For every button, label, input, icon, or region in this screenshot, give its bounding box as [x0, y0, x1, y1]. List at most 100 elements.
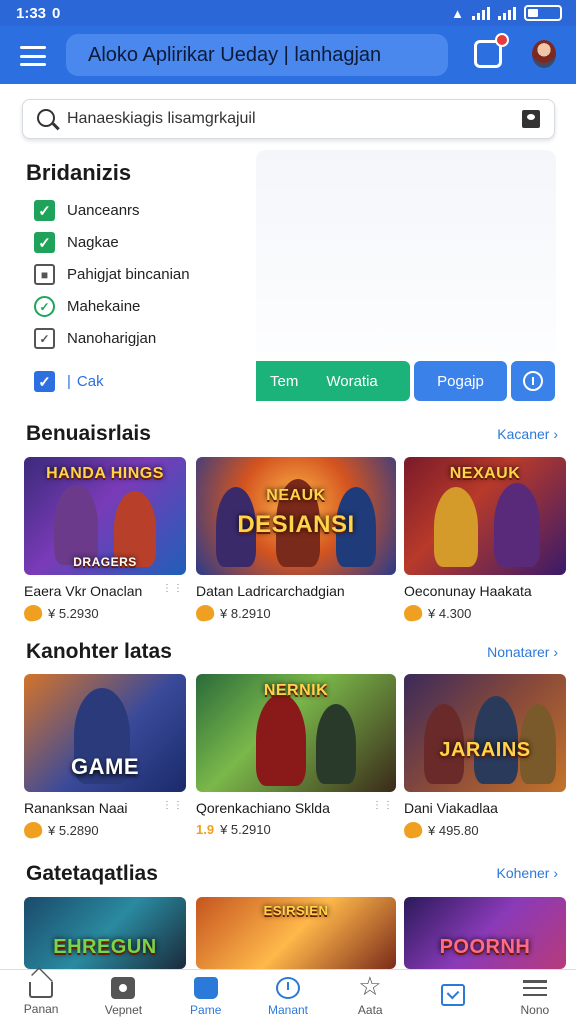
home-icon	[29, 982, 54, 998]
filter-item[interactable]: ✓ Uanceanrs	[34, 200, 140, 221]
nav-item-home[interactable]: Panan	[0, 970, 82, 1024]
star-icon	[358, 971, 382, 1002]
checkbox-checked-icon[interactable]: ✓	[34, 200, 55, 221]
game-thumbnail: POORNH	[404, 897, 566, 969]
notification-icon[interactable]	[474, 33, 509, 68]
more-options-icon[interactable]: ⋮⋮	[372, 800, 394, 811]
game-title: Datan Ladricarchadgian	[196, 583, 345, 599]
apply-filter-button[interactable]: Tem Woratia	[256, 361, 410, 401]
game-title: Eaera Vkr Onaclan	[24, 583, 143, 599]
game-card[interactable]: POORNH	[404, 897, 566, 969]
nav-item-game[interactable]: Pame	[165, 970, 247, 1024]
radio-check-icon[interactable]: ✓	[34, 296, 55, 317]
game-thumbnail: JARAINS	[404, 674, 566, 792]
info-button[interactable]	[511, 361, 555, 401]
heart-icon[interactable]	[22, 603, 44, 623]
see-more-link[interactable]: Kohener ›	[497, 865, 559, 881]
game-price: ¥ 4.300	[428, 605, 472, 621]
section-title: Gatetaqatlias	[26, 862, 158, 885]
nav-label: Vepnet	[104, 1003, 143, 1017]
checkbox-icon[interactable]: ✓	[34, 328, 55, 349]
game-thumbnail: NERNIK	[196, 674, 396, 792]
nav-label: Pame	[190, 1003, 222, 1017]
reset-filter-button[interactable]: Pogajp	[414, 361, 507, 401]
menu-icon	[522, 977, 547, 999]
filter-label: Nagkae	[67, 234, 119, 251]
nav-item-more[interactable]: Nono	[494, 970, 576, 1024]
clock-icon	[275, 977, 300, 999]
heart-icon[interactable]	[402, 820, 424, 840]
nav-item-star[interactable]: Aata	[329, 970, 411, 1024]
see-more-link[interactable]: Kacaner ›	[497, 426, 558, 442]
game-thumbnail: ESIRSIEN	[196, 897, 396, 969]
button-label: Woratia	[326, 372, 378, 390]
nav-item-camera[interactable]: Vepnet	[82, 970, 164, 1024]
game-thumbnail: NEXAUK	[404, 457, 566, 575]
game-price: ¥ 5.2910	[220, 822, 271, 837]
game-card[interactable]: NEXAUK Oeconunay Haakata ¥ 4.300	[402, 457, 566, 623]
heart-icon[interactable]	[402, 603, 424, 623]
game-card[interactable]: JARAINS Dani Viakadlaa ¥ 495.80	[402, 674, 566, 840]
filter-item[interactable]: ✓ Nagkae	[34, 232, 119, 253]
info-icon	[523, 371, 543, 391]
game-thumbnail: EHREGUN	[24, 897, 186, 969]
bottom-navigation: Panan Vepnet Pame Manant Aata Nono	[0, 969, 576, 1024]
filters-title: Bridanizis	[26, 160, 132, 185]
more-options-icon[interactable]: ⋮⋮	[162, 800, 184, 811]
heart-icon[interactable]	[194, 603, 216, 623]
game-price: ¥ 8.2910	[220, 605, 271, 621]
game-title: Qorenkachiano Sklda	[196, 800, 330, 816]
game-thumbnail: NEAUK DESIANSI	[196, 457, 396, 575]
nav-item-tasks[interactable]	[411, 970, 493, 1024]
filter-label: Pahigjat bincanian	[67, 266, 190, 283]
nav-item-clock[interactable]: Manant	[247, 970, 329, 1024]
nav-label: Aata	[357, 1003, 383, 1017]
game-title: Oeconunay Haakata	[404, 583, 532, 599]
game-card[interactable]: NEAUK DESIANSI Datan Ladricarchadgian ¥ …	[194, 457, 396, 623]
game-price: ¥ 5.2890	[48, 822, 99, 838]
game-title: Rananksan Naai	[24, 800, 128, 816]
game-title: Dani Viakadlaa	[404, 800, 498, 816]
game-card[interactable]: GAME ⋮⋮ Rananksan Naai ¥ 5.2890	[22, 674, 186, 840]
avatar[interactable]	[532, 40, 556, 68]
signal-icon-2	[498, 6, 516, 20]
game-card[interactable]: EHREGUN	[24, 897, 186, 969]
section-title: Kanohter latas	[26, 640, 172, 663]
nav-label: Panan	[23, 1002, 59, 1016]
filter-item[interactable]: ✓ Mahekaine	[34, 296, 140, 317]
wifi-icon: ▲	[451, 5, 464, 21]
notification-badge	[495, 33, 509, 47]
game-price: ¥ 5.2930	[48, 605, 99, 621]
game-card[interactable]: NERNIK ⋮⋮ Qorenkachiano Sklda 1.9 ¥ 5.291…	[196, 674, 396, 837]
checkbox-checked-icon[interactable]: ✓	[34, 232, 55, 253]
filter-item[interactable]: ✓ | Cak	[34, 371, 104, 392]
nav-label: Manant	[267, 1003, 308, 1017]
search-input[interactable]: Hanaeskiagis lisamgrkajuil	[22, 99, 555, 139]
menu-icon[interactable]	[20, 46, 46, 66]
signal-icon	[472, 6, 490, 20]
game-thumbnail: HANDA HINGS DRAGERS	[24, 457, 186, 575]
nav-label: Nono	[520, 1003, 550, 1017]
status-bar: 1:33 0 ▲	[0, 0, 576, 26]
camera-icon	[111, 977, 136, 999]
filter-item[interactable]: ■ Pahigjat bincanian	[34, 264, 190, 285]
app-title: Aloko Aplirikar Ueday | lanhagjan	[66, 34, 448, 76]
game-card[interactable]: ESIRSIEN	[196, 897, 396, 969]
game-card[interactable]: HANDA HINGS DRAGERS ⋮⋮ Eaera Vkr Onaclan…	[22, 457, 186, 623]
app-bar: Aloko Aplirikar Ueday | lanhagjan	[0, 26, 576, 84]
voice-search-icon[interactable]	[522, 110, 540, 128]
search-icon	[37, 109, 55, 127]
game-price: ¥ 495.80	[428, 822, 479, 838]
filter-label: Uanceanrs	[67, 202, 140, 219]
filter-item[interactable]: ✓ Nanoharigjan	[34, 328, 156, 349]
status-time: 1:33	[16, 4, 47, 22]
checkbox-checked-icon[interactable]: ✓	[34, 371, 55, 392]
see-more-link[interactable]: Nonatarer ›	[487, 644, 558, 660]
game-icon	[193, 977, 218, 999]
more-options-icon[interactable]: ⋮⋮	[162, 583, 184, 594]
rating-icon: 1.9	[196, 822, 215, 837]
heart-icon[interactable]	[22, 820, 44, 840]
checkbox-partial-icon[interactable]: ■	[34, 264, 55, 285]
search-placeholder: Hanaeskiagis lisamgrkajuil	[67, 110, 256, 127]
status-indicator: 0	[52, 4, 61, 22]
